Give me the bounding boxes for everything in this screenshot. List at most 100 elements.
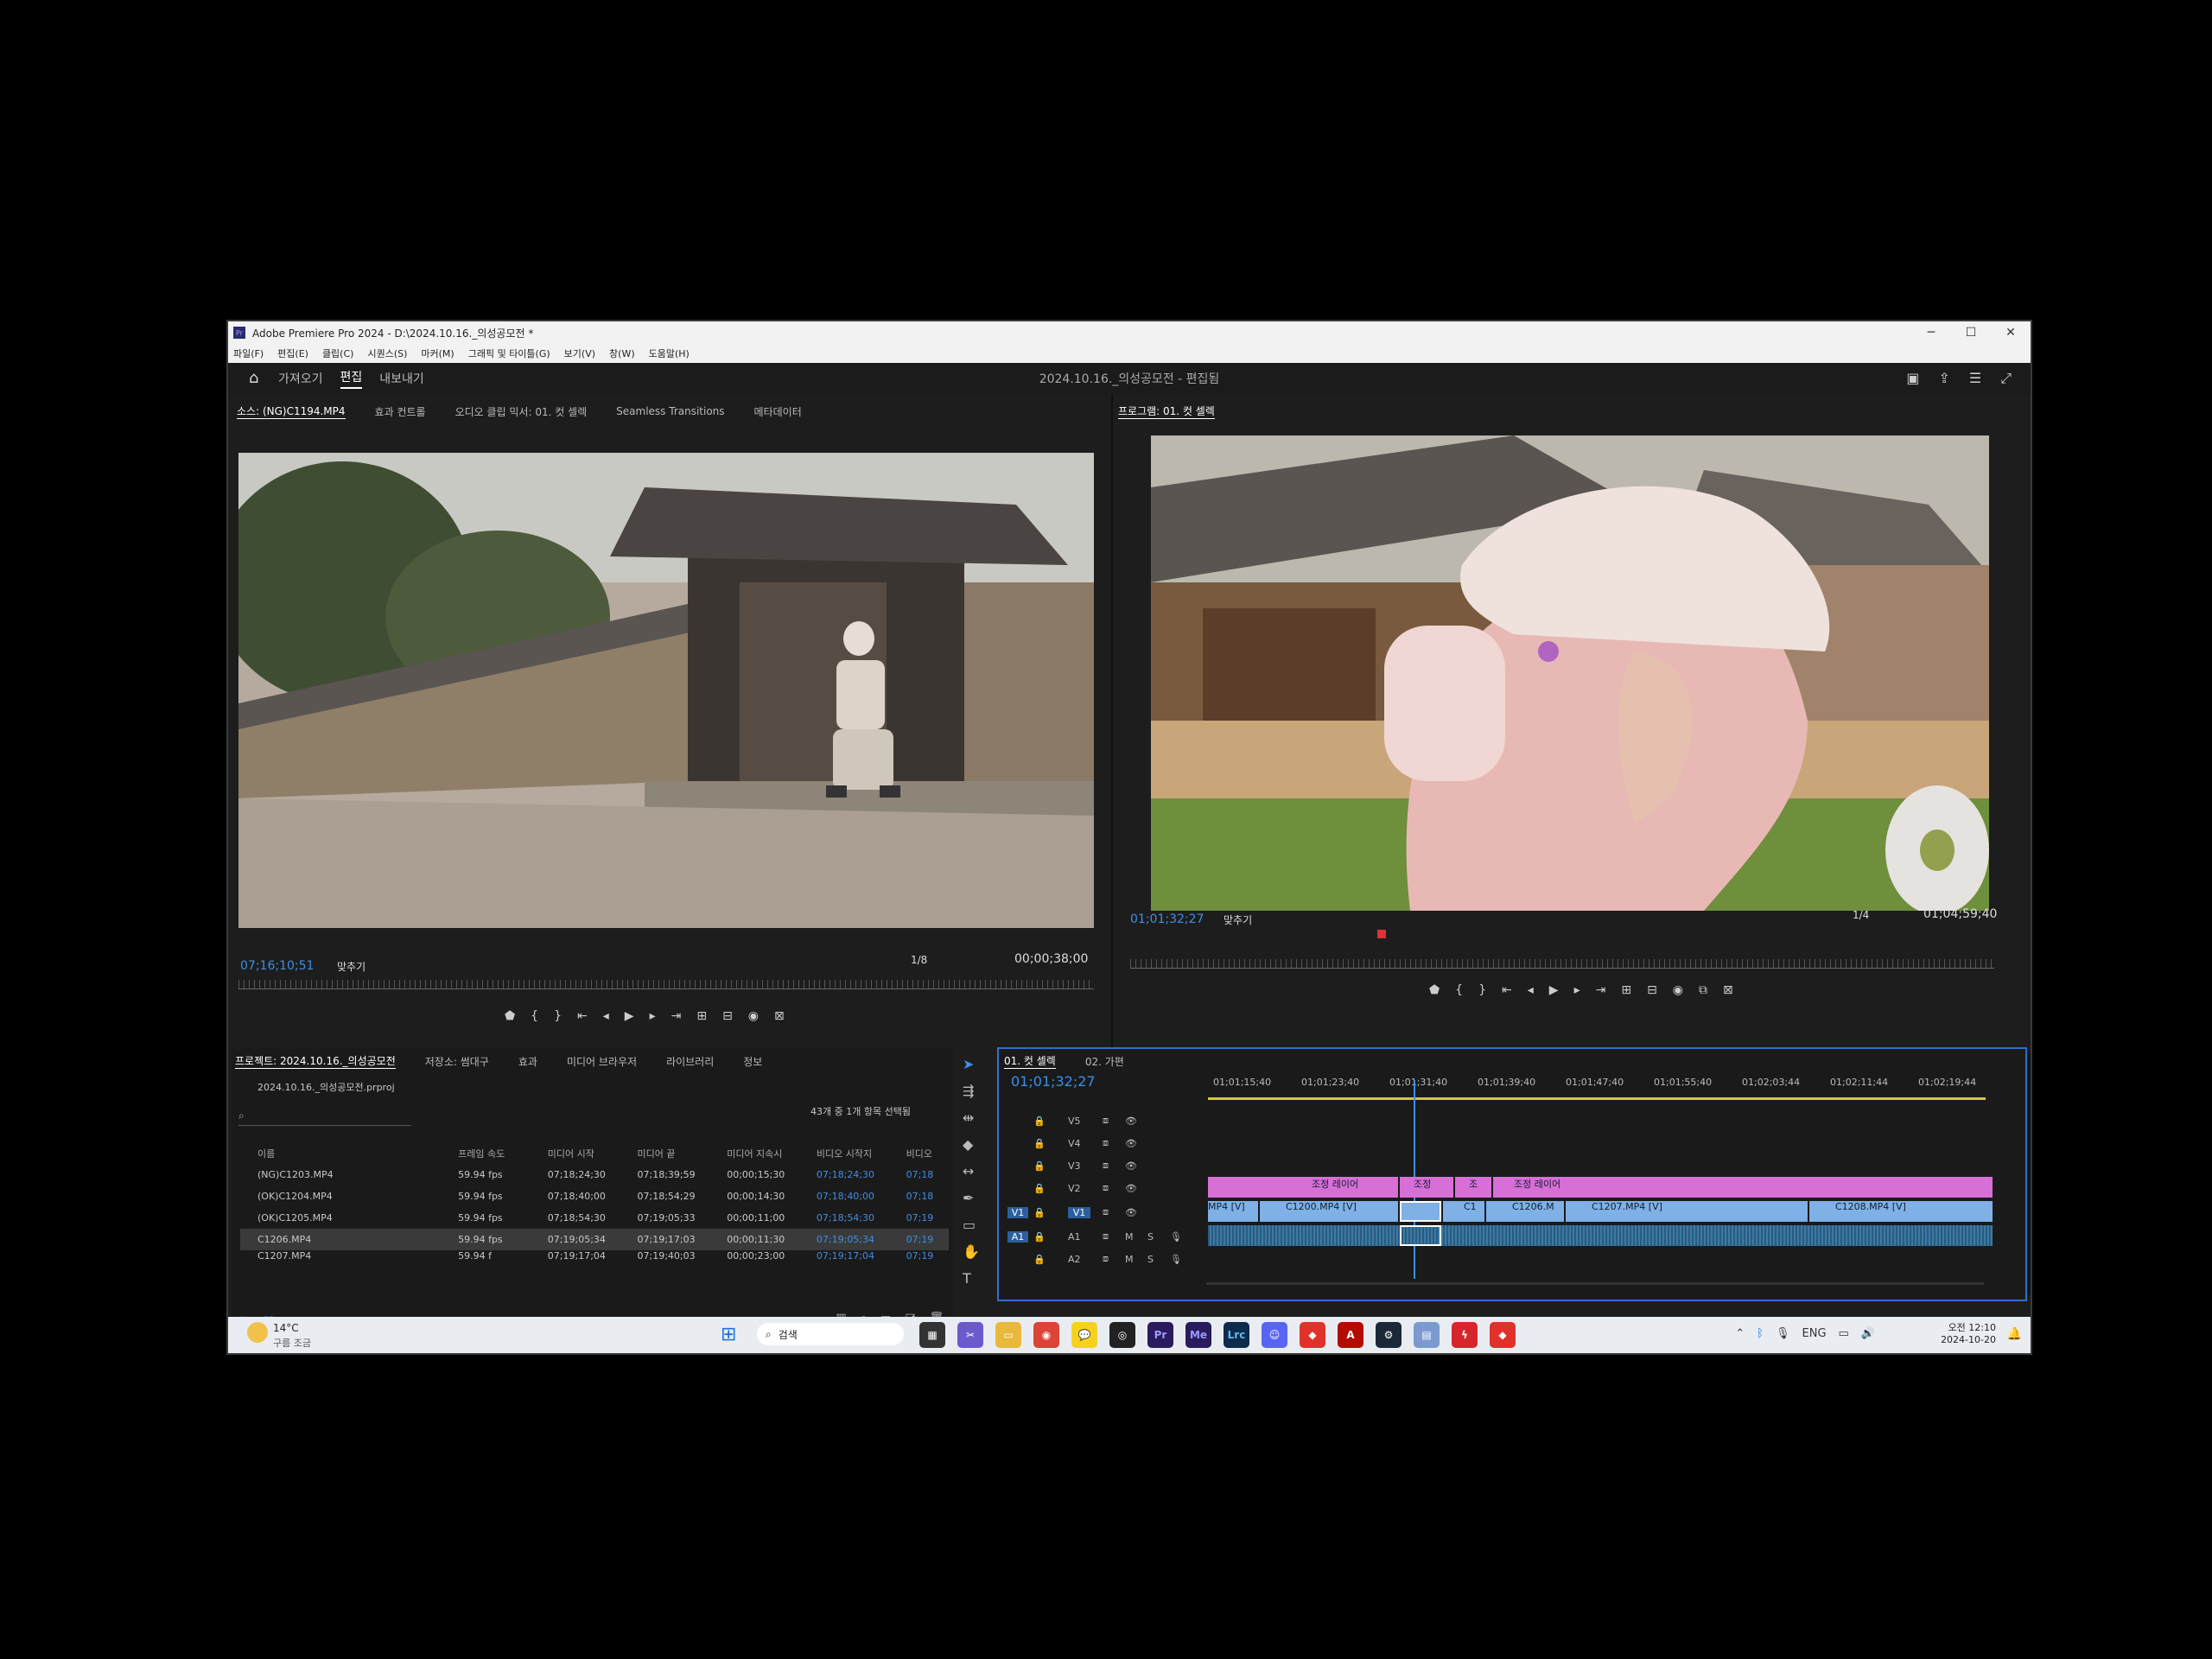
steam-icon[interactable]: ⚙ bbox=[1376, 1322, 1402, 1348]
video-clip[interactable]: C1 bbox=[1443, 1201, 1484, 1222]
tab-project[interactable]: 프로젝트: 2024.10.16._의성공모전 bbox=[235, 1053, 396, 1069]
hand-icon[interactable]: ✋ bbox=[963, 1243, 980, 1260]
program-play-icon[interactable]: ▶ bbox=[1549, 983, 1559, 997]
menu-edit[interactable]: 편집(E) bbox=[277, 346, 308, 360]
play-icon[interactable]: ▶ bbox=[625, 1009, 634, 1023]
file-explorer-icon[interactable]: ▭ bbox=[995, 1322, 1021, 1348]
program-playhead-timecode[interactable]: 01;01;32;27 bbox=[1130, 912, 1204, 926]
rectangle-icon[interactable]: ▭ bbox=[963, 1217, 980, 1233]
audio-clip-selected[interactable] bbox=[1400, 1225, 1441, 1246]
media-encoder-icon[interactable]: Me bbox=[1185, 1322, 1211, 1348]
video-clip[interactable]: MP4 [V] bbox=[1208, 1201, 1258, 1222]
column-name[interactable]: 이름 bbox=[240, 1147, 458, 1160]
program-resolution-dropdown[interactable]: 1/4 bbox=[1853, 909, 1869, 921]
program-go-to-in-icon[interactable]: ⇤ bbox=[1502, 983, 1512, 997]
notification-icon[interactable]: 🔔 bbox=[2007, 1327, 2022, 1341]
fullscreen-icon[interactable]: ⤢ bbox=[2000, 370, 2012, 387]
lock-icon[interactable]: 🔒 bbox=[1033, 1138, 1068, 1149]
menu-marker[interactable]: 마커(M) bbox=[421, 346, 454, 360]
video-clip[interactable]: C1207.MP4 [V] bbox=[1566, 1201, 1808, 1222]
program-marker-icon[interactable] bbox=[1377, 930, 1386, 938]
table-row-selected[interactable]: C1206.MP4 59.94 fps 07;19;05;34 07;19;17… bbox=[240, 1229, 949, 1250]
program-time-ruler[interactable] bbox=[1130, 959, 1994, 969]
volume-icon[interactable]: 🔊 bbox=[1861, 1327, 1875, 1340]
tab-sequence-cut-select[interactable]: 01. 컷 셀렉 bbox=[1004, 1053, 1056, 1069]
video-clip-selected[interactable] bbox=[1400, 1201, 1441, 1222]
menu-window[interactable]: 창(W) bbox=[609, 346, 635, 360]
column-fps[interactable]: 프레임 속도 bbox=[458, 1147, 548, 1160]
source-patch-v1[interactable]: V1 bbox=[1007, 1206, 1028, 1218]
lock-icon[interactable]: 🔒 bbox=[1033, 1231, 1068, 1243]
discord-icon[interactable]: ☺ bbox=[1262, 1322, 1287, 1348]
taskbar-search[interactable]: ⌕ 검색 bbox=[757, 1323, 904, 1345]
timeline-ruler[interactable]: 01;01;15;40 01;01;23;40 01;01;31;40 01;01;3… bbox=[1213, 1077, 1991, 1094]
razor-icon[interactable]: ◆ bbox=[963, 1136, 980, 1153]
image-viewer-icon[interactable]: ▤ bbox=[1414, 1322, 1440, 1348]
mute-button[interactable]: M bbox=[1125, 1254, 1147, 1265]
menu-clip[interactable]: 클립(C) bbox=[322, 346, 354, 360]
source-resolution-dropdown[interactable]: 1/8 bbox=[911, 954, 927, 966]
windows-start-icon[interactable]: ⊞ bbox=[721, 1324, 736, 1345]
premiere-taskbar-icon[interactable]: Pr bbox=[1147, 1322, 1173, 1348]
project-search-input[interactable]: ⌕ bbox=[238, 1109, 411, 1126]
lock-icon[interactable]: 🔒 bbox=[1033, 1116, 1068, 1127]
display-icon[interactable]: ▭ bbox=[1839, 1327, 1849, 1340]
minimize-button[interactable]: ─ bbox=[1911, 326, 1951, 340]
tab-media-browser[interactable]: 미디어 브라우저 bbox=[567, 1054, 637, 1069]
timeline-scrollbar[interactable] bbox=[1206, 1282, 1984, 1285]
lock-icon[interactable]: 🔒 bbox=[1033, 1183, 1068, 1194]
tab-bin[interactable]: 저장소: 썸대구 bbox=[425, 1054, 489, 1069]
tab-metadata[interactable]: 메타데이터 bbox=[754, 404, 802, 419]
program-go-to-out-icon[interactable]: ⇥ bbox=[1596, 983, 1606, 997]
program-mark-in-icon[interactable]: { bbox=[1455, 983, 1463, 997]
task-view-icon[interactable]: ▦ bbox=[919, 1322, 945, 1348]
sync-lock-icon[interactable]: ⧈ bbox=[1103, 1182, 1125, 1194]
acrobat-icon[interactable]: A bbox=[1338, 1322, 1363, 1348]
go-to-in-icon[interactable]: ⇤ bbox=[577, 1009, 588, 1023]
column-media-end[interactable]: 미디어 끝 bbox=[638, 1147, 728, 1160]
tab-libraries[interactable]: 라이브러리 bbox=[666, 1054, 714, 1069]
overwrite-icon[interactable]: ⊟ bbox=[722, 1009, 733, 1023]
eye-icon[interactable]: 👁 bbox=[1125, 1207, 1137, 1218]
share-icon[interactable]: ⇪ bbox=[1938, 370, 1949, 387]
menu-graphics[interactable]: 그래픽 및 타이틀(G) bbox=[468, 346, 550, 360]
lift-icon[interactable]: ⊞ bbox=[1621, 983, 1631, 997]
go-to-out-icon[interactable]: ⇥ bbox=[671, 1009, 682, 1023]
tab-source[interactable]: 소스: (NG)C1194.MP4 bbox=[237, 404, 346, 419]
maximize-button[interactable]: ☐ bbox=[1951, 326, 1991, 340]
solo-button[interactable]: S bbox=[1147, 1231, 1170, 1243]
workspace-export[interactable]: 내보내기 bbox=[379, 370, 424, 387]
mark-out-icon[interactable]: } bbox=[554, 1009, 562, 1023]
compare-view-icon[interactable]: ⧉ bbox=[1699, 983, 1707, 997]
weather-icon[interactable] bbox=[247, 1322, 268, 1343]
video-clip[interactable]: C1208.MP4 [V] bbox=[1809, 1201, 1993, 1222]
sync-lock-icon[interactable]: ⧈ bbox=[1103, 1253, 1125, 1265]
work-area-bar[interactable] bbox=[1208, 1097, 1986, 1100]
adjustment-layer-clip[interactable]: 조 bbox=[1455, 1177, 1491, 1198]
close-button[interactable]: ✕ bbox=[1991, 326, 2031, 340]
tab-sequence-rough-cut[interactable]: 02. 가편 bbox=[1085, 1054, 1124, 1069]
program-step-back-icon[interactable]: ◂ bbox=[1528, 983, 1534, 997]
source-patch-a1[interactable]: A1 bbox=[1007, 1230, 1028, 1243]
lightroom-classic-icon[interactable]: Lrc bbox=[1224, 1322, 1249, 1348]
bluetooth-icon[interactable]: ᛒ bbox=[1757, 1327, 1764, 1340]
menu-file[interactable]: 파일(F) bbox=[233, 346, 264, 360]
pen-icon[interactable]: ✒ bbox=[963, 1190, 980, 1206]
program-export-frame-icon[interactable]: ◉ bbox=[1673, 983, 1683, 997]
program-step-forward-icon[interactable]: ▸ bbox=[1574, 983, 1580, 997]
lock-icon[interactable]: 🔒 bbox=[1033, 1254, 1068, 1265]
column-video-start[interactable]: 비디오 시작지 bbox=[817, 1147, 906, 1160]
tab-seamless-transitions[interactable]: Seamless Transitions bbox=[616, 405, 724, 417]
mark-in-icon[interactable]: { bbox=[531, 1009, 538, 1023]
video-clip[interactable]: C1206.M bbox=[1486, 1201, 1564, 1222]
lock-icon[interactable]: 🔒 bbox=[1033, 1160, 1068, 1172]
mic-icon[interactable]: 🎙 bbox=[1170, 1254, 1182, 1265]
snipping-tool-icon[interactable]: ✂ bbox=[957, 1322, 983, 1348]
adjustment-layer-clip[interactable]: 조정 레이어 bbox=[1208, 1177, 1398, 1198]
eye-icon[interactable]: 👁 bbox=[1125, 1138, 1137, 1149]
workspace-edit[interactable]: 편집 bbox=[340, 368, 363, 389]
sync-lock-icon[interactable]: ⧈ bbox=[1103, 1206, 1125, 1218]
eye-icon[interactable]: 👁 bbox=[1125, 1116, 1137, 1127]
button-editor-icon[interactable]: ⊠ bbox=[774, 1009, 785, 1023]
menu-help[interactable]: 도움말(H) bbox=[649, 346, 690, 360]
